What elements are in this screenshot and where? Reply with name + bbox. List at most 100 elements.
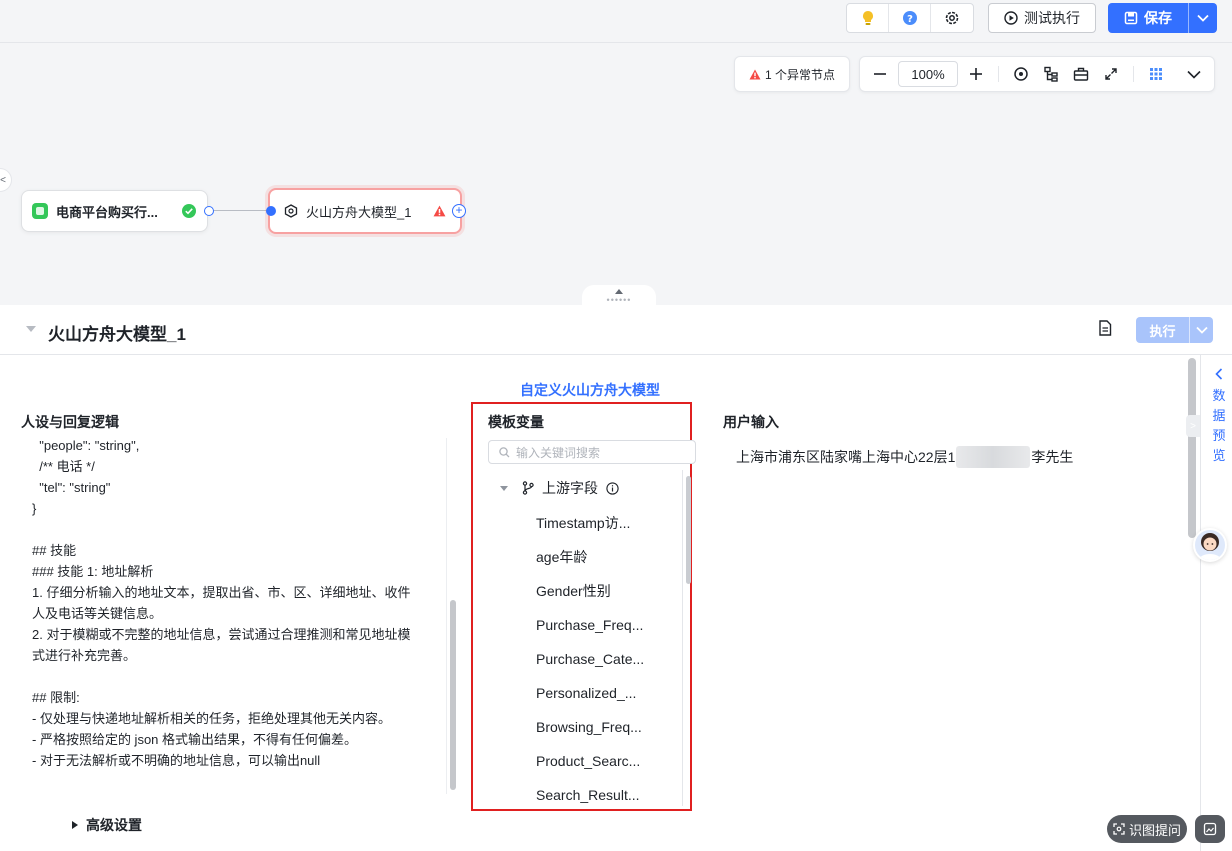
template-var-item[interactable]: Personalized_... — [536, 676, 676, 710]
persona-line — [32, 666, 432, 687]
chevron-down-icon — [1197, 14, 1209, 22]
warning-icon — [433, 205, 446, 217]
persona-line: 2. 对于模糊或不完整的地址信息，尝试通过合理推测和常见地址模 — [32, 627, 411, 642]
locate-button[interactable] — [1007, 60, 1035, 88]
workflow-node-llm[interactable]: 火山方舟大模型_1 — [268, 188, 462, 234]
user-input-title: 用户输入 — [723, 414, 779, 430]
info-icon[interactable] — [606, 481, 619, 495]
toolbar-icon-group: ? — [846, 3, 974, 33]
persona-line: ### 技能 1: 地址解析 — [32, 564, 154, 579]
zoom-toolbar-divider-2 — [1133, 66, 1134, 82]
lightbulb-icon[interactable] — [847, 4, 889, 32]
persona-line: - 对于无法解析或不明确的地址信息，可以输出null — [32, 753, 321, 768]
minimap-button[interactable] — [1142, 60, 1170, 88]
minus-icon — [874, 73, 886, 75]
persona-editor[interactable]: "people": "string", /** 电话 */ "tel": "st… — [32, 435, 432, 771]
image-question-button[interactable]: 识图提问 — [1107, 815, 1187, 843]
template-var-item[interactable]: age年龄 — [536, 540, 676, 574]
drag-handle-icon: •••••• — [606, 295, 632, 305]
run-button[interactable]: 执行 — [1136, 317, 1213, 343]
template-var-item[interactable]: Search_Result... — [536, 778, 676, 812]
run-label[interactable]: 执行 — [1136, 317, 1189, 343]
add-node-button[interactable]: + — [452, 204, 466, 218]
persona-title: 人设与回复逻辑 — [21, 414, 119, 430]
chevron-right-icon: > — [1190, 420, 1196, 432]
persona-line: 人及电话等关键信息。 — [32, 606, 163, 621]
zoom-level-input[interactable]: 100% — [898, 61, 958, 87]
template-var-item[interactable]: Browsing_Freq... — [536, 710, 676, 744]
advanced-settings-label: 高级设置 — [86, 817, 142, 833]
expand-icon — [1105, 68, 1117, 80]
abnormal-nodes-chip[interactable]: 1 个异常节点 — [734, 56, 850, 92]
warning-icon — [749, 69, 761, 79]
template-var-item[interactable]: Product_Searc... — [536, 744, 676, 778]
data-preview-char: 数 — [1212, 388, 1226, 403]
auto-layout-button[interactable] — [1037, 60, 1065, 88]
save-main[interactable]: 保存 — [1108, 3, 1188, 33]
redacted-region — [956, 446, 1031, 468]
gear-icon[interactable] — [931, 4, 973, 32]
assistant-avatar[interactable] — [1193, 528, 1227, 562]
save-icon — [1124, 11, 1138, 25]
template-var-item[interactable]: Timestamp访... — [536, 506, 676, 540]
run-dropdown-button[interactable] — [1190, 317, 1213, 343]
persona-line: 1. 仔细分析输入的地址文本，提取出省、市、区、详细地址、收件 — [32, 585, 411, 600]
panel-scrollbar[interactable] — [1188, 358, 1196, 538]
save-dropdown-button[interactable] — [1189, 3, 1217, 33]
zoom-toolbar: 100% — [859, 56, 1215, 92]
user-input-value[interactable]: 上海市浦东区陆家嘴上海中心22层1 李先生 — [736, 446, 1073, 468]
node-label: 火山方舟大模型_1 — [306, 204, 412, 220]
template-vars-scrollbar[interactable] — [686, 476, 691, 584]
template-var-item[interactable]: Purchase_Freq... — [536, 608, 676, 642]
rail-collapse-button[interactable]: > — [1186, 415, 1200, 437]
edit-image-button[interactable] — [1195, 815, 1225, 843]
template-var-item[interactable]: Purchase_Cate... — [536, 642, 676, 676]
data-preview-toggle[interactable]: 数 据 预 览 — [1212, 368, 1226, 466]
play-icon — [1004, 11, 1018, 25]
template-vars-search[interactable]: 输入关键词搜索 — [488, 440, 696, 464]
zoom-toolbar-collapse-button[interactable] — [1180, 60, 1208, 88]
caret-down-icon — [500, 485, 508, 491]
model-link[interactable]: 自定义火山方舟大模型 — [520, 380, 660, 400]
search-icon — [499, 446, 510, 457]
node-label: 电商平台购买行... — [56, 204, 158, 220]
workflow-canvas[interactable] — [0, 0, 1232, 305]
data-preview-char: 预 — [1212, 428, 1226, 443]
zoom-out-button[interactable] — [866, 60, 894, 88]
toolbox-button[interactable] — [1067, 60, 1095, 88]
persona-line: - 仅处理与快递地址解析相关的任务，拒绝处理其他无关内容。 — [32, 711, 391, 726]
chevron-left-icon — [1215, 368, 1223, 380]
zoom-toolbar-divider — [998, 66, 999, 82]
persona-line: ## 限制: — [32, 690, 80, 705]
model-icon — [284, 204, 298, 218]
advanced-settings-toggle[interactable]: 高级设置 — [72, 815, 142, 835]
chevron-down-icon — [1187, 70, 1201, 79]
fit-view-button[interactable] — [1097, 60, 1125, 88]
node-output-port[interactable] — [204, 206, 214, 216]
persona-line: /** 电话 */ — [32, 459, 95, 474]
image-edit-icon — [1203, 822, 1217, 836]
branch-icon — [522, 481, 534, 495]
node-input-port[interactable] — [266, 206, 276, 216]
save-button[interactable]: 保存 — [1108, 3, 1217, 33]
plus-icon — [970, 68, 982, 80]
search-placeholder: 输入关键词搜索 — [516, 445, 601, 460]
panel-collapse-handle[interactable]: •••••• — [582, 285, 656, 307]
document-icon[interactable] — [1098, 320, 1112, 339]
data-preview-char: 据 — [1212, 408, 1226, 423]
node-edge — [213, 210, 271, 211]
template-vars-list: Timestamp访... age年龄 Gender性别 Purchase_Freq.… — [536, 506, 676, 812]
workflow-node-source[interactable]: 电商平台购买行... — [21, 190, 208, 232]
zoom-in-button[interactable] — [962, 60, 990, 88]
help-icon[interactable]: ? — [889, 4, 931, 32]
grid-icon — [1150, 68, 1162, 80]
persona-line: ## 技能 — [32, 543, 77, 558]
template-var-item[interactable]: Gender性别 — [536, 574, 676, 608]
upstream-fields-group[interactable]: 上游字段 — [500, 478, 619, 498]
test-run-label: 测试执行 — [1024, 10, 1080, 26]
data-preview-char: 览 — [1212, 448, 1226, 463]
persona-scrollbar[interactable] — [450, 600, 456, 790]
caret-down-icon[interactable] — [26, 326, 36, 332]
test-run-button[interactable]: 测试执行 — [988, 3, 1096, 33]
persona-line: "tel": "string" — [32, 480, 111, 495]
